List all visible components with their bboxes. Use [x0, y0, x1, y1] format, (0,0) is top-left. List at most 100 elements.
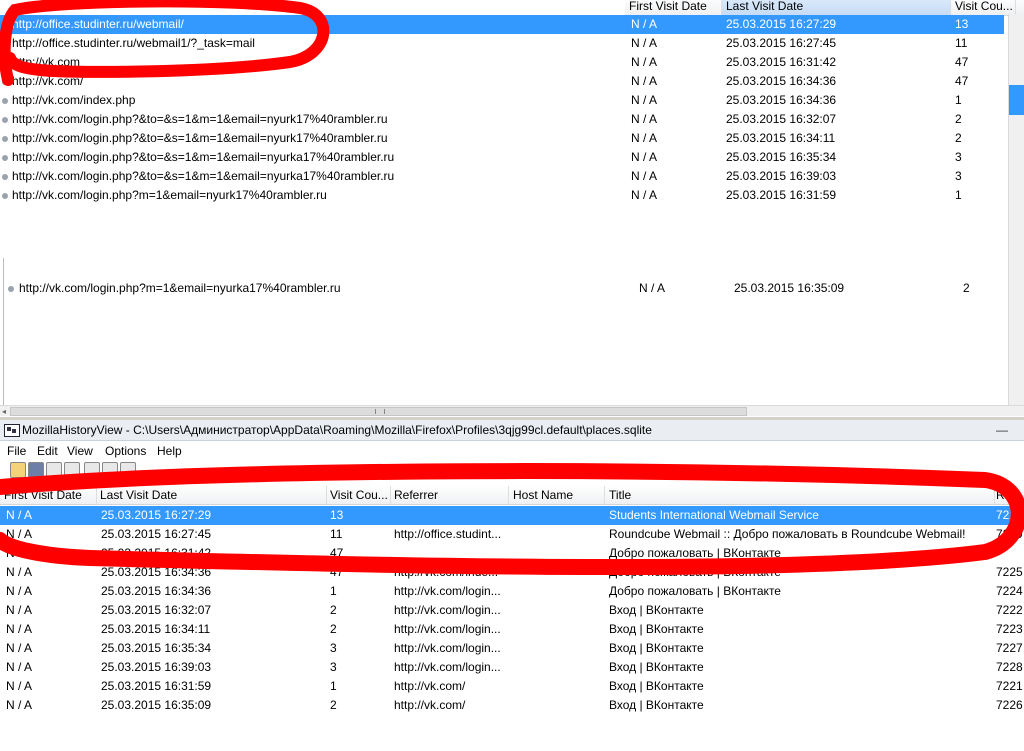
col-visit-count[interactable]: Visit Cou...: [326, 486, 391, 504]
col-first-visit[interactable]: First Visit Date: [0, 486, 97, 504]
title-bar[interactable]: MozillaHistoryView - C:\Users\Администра…: [0, 420, 1024, 441]
top-table-row[interactable]: http://vk.com/index.php N / A 25.03.2015 1…: [0, 91, 1004, 110]
menu-options[interactable]: Options: [105, 442, 146, 460]
referrer-cell: http://vk.com/login...: [394, 660, 501, 674]
bottom-table-row[interactable]: N / A 25.03.2015 16:27:45 11 http://office.…: [0, 525, 1024, 544]
scrollbar-thumb[interactable]: [10, 407, 747, 416]
bottom-table-row[interactable]: N / A 25.03.2015 16:34:36 1 http://vk.com/l…: [0, 582, 1024, 601]
top-table-row[interactable]: http://vk.com/login.php?&to=&s=1&m=1&ema…: [0, 167, 1004, 186]
visit-count-cell: 2: [330, 603, 337, 617]
top-table-row[interactable]: http://vk.com/login.php?m=1&email=nyurk1…: [0, 186, 1004, 205]
bottom-table-row[interactable]: N / A 25.03.2015 16:32:07 2 http://vk.com/l…: [0, 601, 1024, 620]
visit-count-cell: 47: [955, 74, 969, 88]
record-id-cell: 7221: [996, 679, 1023, 693]
top-history-panel: First Visit Date Last Visit Date Visit C…: [0, 0, 1024, 420]
exit-icon[interactable]: [120, 462, 136, 478]
scrollbar-thumb[interactable]: [1009, 85, 1024, 115]
host-name-cell: [513, 544, 601, 563]
top-vertical-scrollbar[interactable]: [1008, 14, 1024, 406]
col-title[interactable]: Title: [605, 486, 995, 504]
top-table-row[interactable]: http://office.studinter.ru/webmail/N / A…: [0, 15, 1004, 34]
host-name-cell: [513, 620, 601, 639]
open-icon[interactable]: [10, 462, 26, 478]
bottom-table-row[interactable]: N / A 25.03.2015 16:34:36 47 http://vk.com/…: [0, 563, 1024, 582]
record-id-cell: 7222: [996, 603, 1023, 617]
bottom-table-row[interactable]: N / A 25.03.2015 16:35:34 3 http://vk.com/l…: [0, 639, 1024, 658]
bullet-icon: [2, 155, 8, 161]
last-visit-cell: 25.03.2015 16:27:45: [726, 36, 837, 50]
bullet-icon: [2, 22, 8, 28]
menu-help[interactable]: Help: [157, 442, 182, 460]
top-col-visit-count[interactable]: Visit Cou...: [951, 0, 1016, 15]
bullet-icon: [2, 193, 8, 199]
bottom-table-row[interactable]: N / A 25.03.2015 16:31:59 1 http://vk.com/В…: [0, 677, 1024, 696]
last-visit-cell: 25.03.2015 16:31:42: [726, 55, 837, 69]
menu-view[interactable]: View: [67, 442, 93, 460]
top-horizontal-scrollbar[interactable]: ◂: [0, 405, 1024, 416]
url-cell: http://office.studinter.ru/webmail/: [12, 17, 184, 31]
first-visit-cell: N / A: [639, 281, 666, 295]
url-cell: http://vk.com/login.php?m=1&email=nyurk1…: [12, 188, 327, 202]
record-id-cell: 7223: [996, 622, 1023, 636]
app-icon: [4, 424, 20, 437]
last-visit-cell: 25.03.2015 16:34:11: [726, 131, 836, 145]
top-col-first-visit[interactable]: First Visit Date: [625, 0, 722, 15]
scroll-left-arrow-icon[interactable]: ◂: [2, 407, 6, 416]
top-table-row-extra[interactable]: http://vk.com/login.php?m=1&email=nyurka…: [0, 279, 1000, 298]
first-visit-cell: N / A: [6, 508, 33, 522]
col-last-visit[interactable]: Last Visit Date: [96, 486, 327, 504]
first-visit-cell: N / A: [631, 150, 658, 164]
window-title: MozillaHistoryView - C:\Users\Администра…: [22, 423, 652, 437]
first-visit-cell: N / A: [631, 36, 658, 50]
bottom-table-row[interactable]: N / A 25.03.2015 16:27:29 13 Students Inter…: [0, 506, 1024, 525]
top-table-row[interactable]: http://vk.com/login.php?&to=&s=1&m=1&ema…: [0, 129, 1004, 148]
bullet-icon: [2, 60, 8, 66]
visit-count-cell: 2: [955, 131, 962, 145]
properties-icon[interactable]: [64, 462, 80, 478]
col-referrer[interactable]: Referrer: [390, 486, 509, 504]
bottom-table-row[interactable]: N / A 25.03.2015 16:34:11 2 http://vk.com/l…: [0, 620, 1024, 639]
last-visit-cell: 25.03.2015 16:32:07: [726, 112, 837, 126]
last-visit-cell: 25.03.2015 16:34:36: [726, 74, 837, 88]
col-record-id[interactable]: Rec: [992, 486, 1024, 504]
bottom-table-row[interactable]: N / A 25.03.2015 16:31:42 47 Добро пожалова…: [0, 544, 1024, 563]
first-visit-cell: N / A: [631, 55, 658, 69]
grip-icon: [375, 409, 385, 414]
top-table-row[interactable]: http://vk.com N / A 25.03.2015 16:31:42 47: [0, 53, 1004, 72]
minimize-button[interactable]: —: [996, 420, 1008, 440]
bottom-table-row[interactable]: N / A 25.03.2015 16:35:09 2 http://vk.com/В…: [0, 696, 1024, 715]
copy-icon[interactable]: [46, 462, 62, 478]
visit-count-cell: 3: [955, 150, 962, 164]
host-name-cell: [513, 658, 601, 677]
toolbar: [0, 462, 1024, 480]
record-id-cell: 7226: [996, 698, 1023, 712]
refresh-icon[interactable]: [102, 462, 118, 478]
visit-count-cell: 13: [955, 17, 969, 31]
record-id-cell: 7224: [996, 584, 1023, 598]
col-host-name[interactable]: Host Name: [509, 486, 605, 504]
top-table-row[interactable]: http://vk.com/login.php?&to=&s=1&m=1&ema…: [0, 110, 1004, 129]
record-id-cell: 7218: [996, 508, 1023, 522]
save-icon[interactable]: [28, 462, 44, 478]
last-visit-cell: 25.03.2015 16:39:03: [726, 169, 837, 183]
title-cell: Вход | ВКонтакте: [609, 603, 704, 617]
top-table-row[interactable]: http://vk.com/login.php?&to=&s=1&m=1&ema…: [0, 148, 1004, 167]
referrer-cell: http://vk.com/login...: [394, 603, 501, 617]
title-cell: Roundcube Webmail :: Добро пожаловать в …: [609, 527, 966, 541]
top-table-row[interactable]: http://office.studinter.ru/webmail1/?_ta…: [0, 34, 1004, 53]
top-table-row[interactable]: http://vk.com/N / A 25.03.2015 16:34:36 47: [0, 72, 1004, 91]
bottom-table-row[interactable]: N / A 25.03.2015 16:39:03 3 http://vk.com/l…: [0, 658, 1024, 677]
visit-count-cell: 2: [330, 622, 337, 636]
first-visit-cell: N / A: [6, 546, 33, 560]
menu-edit[interactable]: Edit: [37, 442, 58, 460]
last-visit-cell: 25.03.2015 16:34:36: [101, 565, 212, 579]
url-cell: http://vk.com/: [12, 74, 84, 88]
visit-count-cell: 47: [955, 55, 969, 69]
visit-count-cell: 47: [330, 565, 344, 579]
title-cell: Вход | ВКонтакте: [609, 660, 704, 674]
referrer-cell: http://vk.com/: [394, 679, 466, 693]
visit-count-cell: 1: [330, 679, 337, 693]
top-col-last-visit[interactable]: Last Visit Date: [722, 0, 951, 15]
find-icon[interactable]: [84, 462, 100, 478]
menu-file[interactable]: File: [7, 442, 26, 460]
